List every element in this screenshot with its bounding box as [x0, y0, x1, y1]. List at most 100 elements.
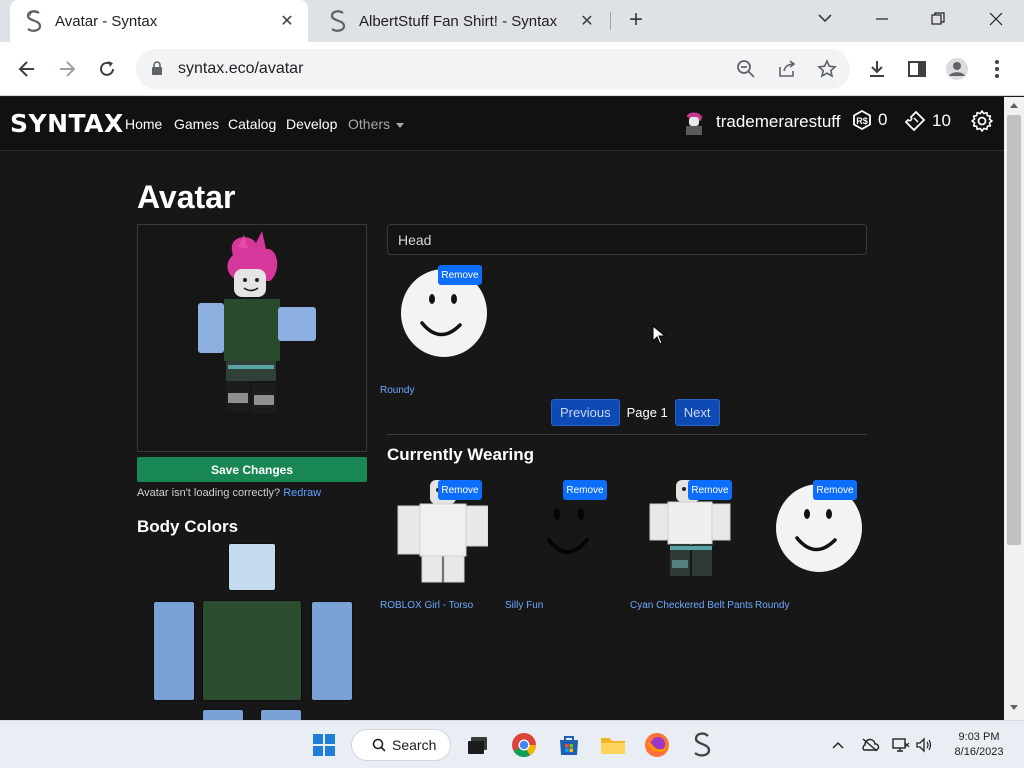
item-name-link[interactable]: Silly Fun: [505, 600, 543, 611]
robux-icon: R$: [853, 110, 871, 130]
download-icon[interactable]: [865, 57, 889, 81]
side-panel-icon[interactable]: [905, 57, 929, 81]
remove-button[interactable]: Remove: [563, 480, 607, 500]
mouse-cursor-icon: [652, 325, 666, 345]
syntax-logo[interactable]: SYNTAX: [10, 109, 124, 138]
microsoft-store-icon[interactable]: [555, 731, 583, 759]
page-title: Avatar: [137, 179, 236, 215]
nav-home[interactable]: Home: [125, 116, 162, 132]
syntax-app-icon[interactable]: [688, 731, 716, 759]
tab-albertstuff-shirt[interactable]: AlbertStuff Fan Shirt! - Syntax ✕: [314, 0, 608, 42]
item-name-link[interactable]: Roundy: [380, 385, 414, 396]
browser-toolbar: syntax.eco/avatar: [0, 42, 1024, 96]
url-text[interactable]: syntax.eco/avatar: [178, 60, 303, 78]
page-scrollbar[interactable]: [1004, 97, 1024, 720]
wearing-item[interactable]: Remove ROBLOX Girl - Torso: [380, 480, 490, 620]
zoom-icon[interactable]: [736, 59, 756, 79]
syntax-page: SYNTAX Home Games Catalog Develop Others…: [0, 97, 1004, 720]
tab-search-chevron-icon[interactable]: [815, 8, 835, 28]
taskbar-search-label: Search: [392, 737, 437, 753]
category-select[interactable]: [387, 224, 867, 255]
remove-button[interactable]: Remove: [813, 480, 857, 500]
close-tab-icon[interactable]: ✕: [576, 10, 598, 32]
wearing-item[interactable]: Remove Roundy: [755, 480, 865, 620]
body-color-left-arm[interactable]: [311, 601, 353, 701]
scrollbar-thumb[interactable]: [1007, 115, 1021, 545]
tix-count: 10: [932, 111, 951, 130]
bookmark-star-icon[interactable]: [817, 59, 837, 79]
chrome-icon[interactable]: [510, 731, 538, 759]
site-navbar: SYNTAX Home Games Catalog Develop Others…: [0, 97, 1004, 151]
tix-balance[interactable]: 10: [904, 110, 951, 132]
save-changes-button[interactable]: Save Changes: [137, 457, 367, 482]
wearing-item[interactable]: Remove Cyan Checkered Belt Pants: [630, 480, 753, 620]
avatar-preview: [137, 224, 367, 452]
taskbar-search[interactable]: Search: [351, 729, 451, 761]
caret-down-icon: [396, 122, 405, 128]
gear-icon[interactable]: [970, 109, 994, 133]
new-tab-icon[interactable]: +: [624, 8, 648, 33]
svg-text:R$: R$: [856, 116, 868, 126]
tab-avatar[interactable]: Avatar - Syntax ✕: [10, 0, 308, 42]
remove-button[interactable]: Remove: [438, 265, 482, 285]
inventory-item[interactable]: Remove Roundy: [380, 265, 490, 405]
address-bar[interactable]: syntax.eco/avatar: [136, 49, 850, 89]
body-color-right-leg[interactable]: [202, 709, 244, 720]
close-tab-icon[interactable]: ✕: [276, 10, 298, 32]
share-icon[interactable]: [777, 59, 797, 79]
menu-kebab-icon[interactable]: [985, 57, 1009, 81]
remove-button[interactable]: Remove: [688, 480, 732, 500]
windows-taskbar: Search 9:03 PM 8/16/2023: [0, 720, 1024, 768]
profile-icon[interactable]: [945, 57, 969, 81]
show-hidden-icons-chevron-icon[interactable]: [828, 735, 848, 755]
onedrive-offline-icon[interactable]: [860, 735, 880, 755]
nav-games[interactable]: Games: [174, 116, 219, 132]
firefox-icon[interactable]: [643, 731, 671, 759]
restore-icon[interactable]: [924, 6, 952, 32]
close-window-icon[interactable]: [982, 6, 1010, 32]
scroll-down-icon[interactable]: [1009, 704, 1019, 712]
forward-icon[interactable]: [53, 55, 81, 83]
minimize-icon[interactable]: [868, 6, 896, 32]
syntax-favicon-icon: [330, 10, 346, 32]
item-name-link[interactable]: ROBLOX Girl - Torso: [380, 600, 473, 611]
inventory-pager: Previous Page 1 Next: [551, 399, 720, 426]
wearing-item[interactable]: Remove Silly Fun: [505, 480, 615, 620]
nav-catalog[interactable]: Catalog: [228, 116, 276, 132]
page-indicator: Page 1: [626, 405, 668, 420]
ticket-icon: [904, 110, 926, 132]
tab-separator: [610, 12, 611, 30]
body-colors-title: Body Colors: [137, 517, 239, 536]
taskbar-clock[interactable]: 9:03 PM 8/16/2023: [944, 730, 1014, 760]
windows-start-icon[interactable]: [310, 731, 338, 759]
nav-others-label: Others: [348, 116, 391, 132]
tab-title: AlbertStuff Fan Shirt! - Syntax: [359, 12, 558, 30]
file-explorer-icon[interactable]: [599, 731, 627, 759]
network-icon[interactable]: [891, 735, 911, 755]
previous-page-button[interactable]: Previous: [551, 399, 620, 426]
user-avatar-icon[interactable]: [682, 109, 706, 135]
search-icon: [372, 738, 386, 752]
robux-balance[interactable]: R$ 0: [852, 110, 887, 130]
remove-button[interactable]: Remove: [438, 480, 482, 500]
body-color-torso[interactable]: [202, 600, 302, 701]
reload-icon[interactable]: [93, 55, 121, 83]
body-color-head[interactable]: [228, 543, 276, 591]
scroll-up-icon[interactable]: [1009, 101, 1019, 109]
nav-others-dropdown[interactable]: Others: [348, 116, 405, 132]
nav-develop[interactable]: Develop: [286, 116, 337, 132]
volume-icon[interactable]: [914, 735, 934, 755]
task-view-icon[interactable]: [464, 731, 492, 759]
back-icon[interactable]: [13, 55, 41, 83]
next-page-button[interactable]: Next: [674, 399, 720, 426]
lock-icon[interactable]: [151, 61, 163, 76]
item-name-link[interactable]: Roundy: [755, 600, 789, 611]
body-color-right-arm[interactable]: [153, 601, 195, 701]
clock-date: 8/16/2023: [954, 746, 1004, 758]
body-color-left-leg[interactable]: [260, 709, 302, 720]
tab-strip: Avatar - Syntax ✕ AlbertStuff Fan Shirt!…: [0, 0, 1024, 42]
syntax-favicon-icon: [26, 10, 42, 32]
redraw-link[interactable]: Redraw: [283, 487, 321, 499]
item-name-link[interactable]: Cyan Checkered Belt Pants: [630, 600, 753, 611]
username-label[interactable]: trademerarestuff: [716, 112, 840, 132]
